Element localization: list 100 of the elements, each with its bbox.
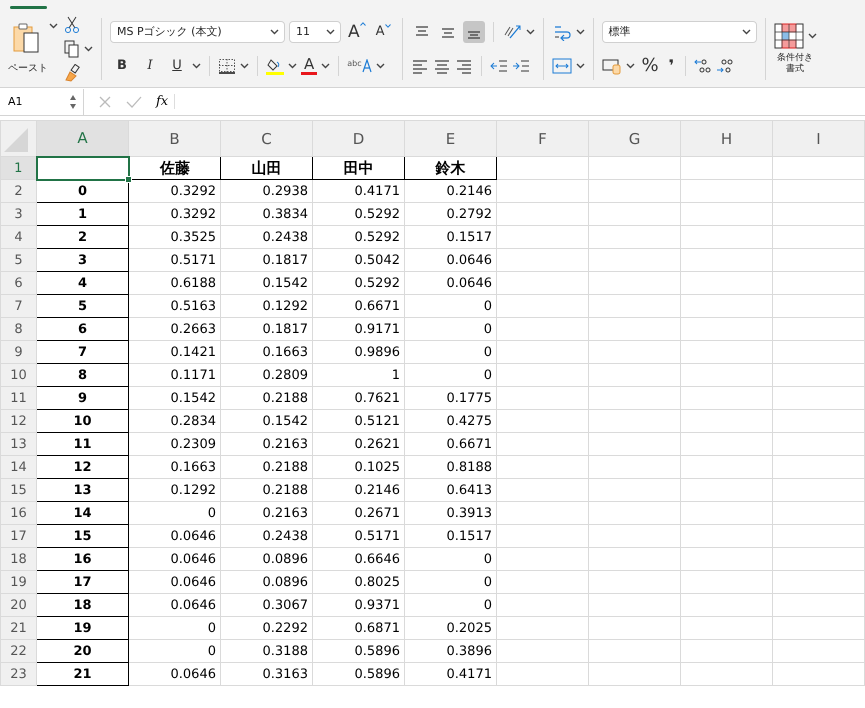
increase-font-size-button[interactable]: A bbox=[345, 22, 369, 42]
caret-icon[interactable] bbox=[576, 62, 585, 68]
table-cell[interactable]: 0 bbox=[404, 318, 496, 340]
table-cell[interactable]: 0.9371 bbox=[312, 594, 404, 616]
table-cell[interactable]: 0.3834 bbox=[220, 202, 312, 226]
row-header[interactable]: 18 bbox=[0, 548, 36, 570]
table-cell[interactable]: 0.9171 bbox=[312, 318, 404, 340]
table-cell[interactable]: 0.2438 bbox=[220, 524, 312, 548]
table-cell[interactable]: 0.5171 bbox=[128, 248, 220, 272]
table-cell[interactable]: 0.3525 bbox=[128, 226, 220, 248]
table-cell[interactable]: 0 bbox=[128, 502, 220, 524]
font-dropdown[interactable]: MS Pゴシック (本文) bbox=[110, 20, 285, 42]
table-cell[interactable]: 0.6871 bbox=[312, 616, 404, 640]
increase-decimal-icon[interactable] bbox=[694, 56, 712, 74]
table-cell[interactable]: 0.0896 bbox=[220, 570, 312, 594]
table-cell[interactable]: 0.1542 bbox=[128, 386, 220, 410]
table-cell[interactable]: 0.0646 bbox=[128, 524, 220, 548]
table-cell[interactable]: 0.1817 bbox=[220, 318, 312, 340]
italic-button[interactable]: I bbox=[138, 58, 162, 73]
row-header[interactable]: 6 bbox=[0, 272, 36, 294]
decrease-indent-icon[interactable] bbox=[490, 58, 508, 74]
decrease-decimal-icon[interactable] bbox=[716, 56, 734, 74]
paste-button[interactable]: ペースト bbox=[8, 22, 48, 74]
table-cell[interactable]: 0.2188 bbox=[220, 456, 312, 478]
table-cell[interactable]: 0.5292 bbox=[312, 226, 404, 248]
row-header[interactable]: 9 bbox=[0, 340, 36, 364]
row-header[interactable]: 23 bbox=[0, 662, 36, 686]
table-cell[interactable]: 0.2809 bbox=[220, 364, 312, 386]
table-cell[interactable]: 0.2188 bbox=[220, 386, 312, 410]
row-header[interactable]: 19 bbox=[0, 570, 36, 594]
table-cell[interactable]: 0.2671 bbox=[312, 502, 404, 524]
table-cell[interactable]: 11 bbox=[36, 432, 128, 456]
table-cell[interactable]: 田中 bbox=[312, 156, 404, 180]
table-cell[interactable]: 0.7621 bbox=[312, 386, 404, 410]
conditional-formatting-button[interactable]: 条件付き書式 bbox=[774, 22, 817, 74]
merge-cells-icon[interactable] bbox=[552, 56, 572, 74]
table-cell[interactable]: 15 bbox=[36, 524, 128, 548]
table-cell[interactable]: 0.2025 bbox=[404, 616, 496, 640]
table-cell[interactable]: 0.3067 bbox=[220, 594, 312, 616]
row-header[interactable]: 21 bbox=[0, 616, 36, 640]
table-cell[interactable]: 0.9896 bbox=[312, 340, 404, 364]
caret-icon[interactable] bbox=[742, 28, 751, 34]
table-cell[interactable]: 0 bbox=[404, 340, 496, 364]
table-cell[interactable]: 5 bbox=[36, 294, 128, 318]
percent-style-button[interactable]: % bbox=[638, 55, 662, 76]
table-cell[interactable]: 0.2792 bbox=[404, 202, 496, 226]
table-cell[interactable]: 0.0646 bbox=[128, 594, 220, 616]
table-cell[interactable]: 0.5163 bbox=[128, 294, 220, 318]
accounting-format-icon[interactable] bbox=[602, 56, 622, 74]
table-cell[interactable]: 0.3163 bbox=[220, 662, 312, 686]
table-cell[interactable]: 0.2163 bbox=[220, 432, 312, 456]
align-right-icon[interactable] bbox=[454, 58, 473, 74]
text-orientation-icon[interactable] bbox=[502, 22, 522, 40]
table-cell[interactable]: 1 bbox=[36, 202, 128, 226]
table-cell[interactable]: 0.1025 bbox=[312, 456, 404, 478]
stepper-icon[interactable] bbox=[69, 94, 77, 110]
number-format-dropdown[interactable]: 標準 bbox=[602, 20, 757, 42]
insert-function-button[interactable]: fx bbox=[156, 94, 176, 109]
column-header[interactable]: G bbox=[588, 120, 680, 156]
table-cell[interactable]: 0.0646 bbox=[128, 548, 220, 570]
caret-icon[interactable] bbox=[626, 62, 635, 68]
table-cell[interactable]: 0.2146 bbox=[312, 478, 404, 502]
copy-icon[interactable] bbox=[64, 40, 80, 58]
row-header[interactable]: 14 bbox=[0, 456, 36, 478]
row-header[interactable]: 3 bbox=[0, 202, 36, 226]
caret-icon[interactable] bbox=[808, 32, 817, 39]
row-header[interactable]: 7 bbox=[0, 294, 36, 318]
table-cell[interactable]: 0.1663 bbox=[128, 456, 220, 478]
table-cell[interactable]: 鈴木 bbox=[404, 156, 496, 180]
row-header[interactable]: 11 bbox=[0, 386, 36, 410]
table-cell[interactable]: 0 bbox=[404, 548, 496, 570]
table-cell[interactable]: 18 bbox=[36, 594, 128, 616]
row-header[interactable]: 15 bbox=[0, 478, 36, 502]
column-header[interactable]: I bbox=[772, 120, 864, 156]
name-box[interactable]: A1 bbox=[0, 88, 84, 114]
table-cell[interactable]: 0.5042 bbox=[312, 248, 404, 272]
table-cell[interactable]: 0.1292 bbox=[128, 478, 220, 502]
row-header[interactable]: 2 bbox=[0, 180, 36, 202]
table-cell[interactable]: 0.8025 bbox=[312, 570, 404, 594]
table-cell[interactable]: 0.1542 bbox=[220, 272, 312, 294]
table-cell[interactable]: 0.1292 bbox=[220, 294, 312, 318]
table-cell[interactable]: 0.5896 bbox=[312, 662, 404, 686]
table-cell[interactable]: 0.2188 bbox=[220, 478, 312, 502]
table-cell[interactable]: 0.6671 bbox=[312, 294, 404, 318]
table-cell[interactable]: 0 bbox=[128, 616, 220, 640]
table-cell[interactable]: 山田 bbox=[220, 156, 312, 180]
column-header[interactable]: H bbox=[680, 120, 772, 156]
align-center-icon[interactable] bbox=[432, 58, 451, 74]
table-cell[interactable]: 0.5292 bbox=[312, 272, 404, 294]
table-cell[interactable]: 0.3292 bbox=[128, 180, 220, 202]
table-cell[interactable]: 0.0646 bbox=[404, 272, 496, 294]
row-header[interactable]: 1 bbox=[0, 156, 36, 180]
table-cell[interactable]: 0.0646 bbox=[404, 248, 496, 272]
table-cell[interactable]: 7 bbox=[36, 340, 128, 364]
table-cell[interactable]: 0.5171 bbox=[312, 524, 404, 548]
column-header[interactable]: D bbox=[312, 120, 404, 156]
caret-icon[interactable] bbox=[49, 22, 58, 28]
table-cell[interactable]: 0.3292 bbox=[128, 202, 220, 226]
table-cell[interactable]: 0.3188 bbox=[220, 640, 312, 662]
table-cell[interactable]: 19 bbox=[36, 616, 128, 640]
